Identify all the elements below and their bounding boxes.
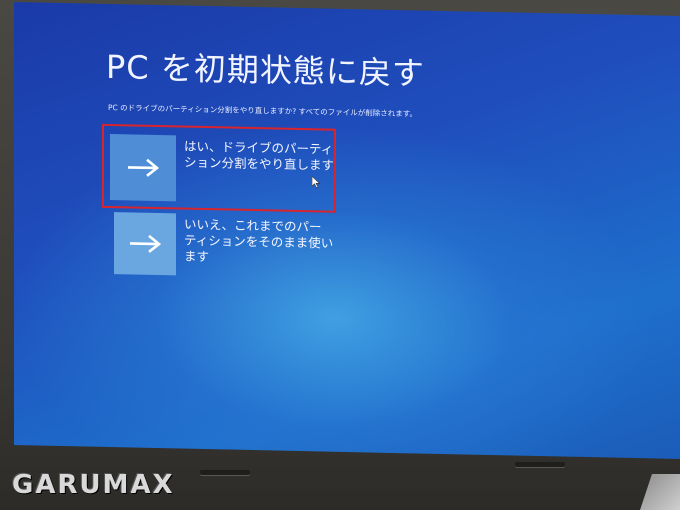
watermark-logo: GARUMAX — [12, 470, 175, 500]
option-no-tile[interactable] — [114, 212, 176, 276]
option-no-label[interactable]: いいえ、これまでのパーティションをそのまま使います — [184, 214, 334, 268]
page-title: PC を初期状態に戻す — [106, 47, 425, 93]
highlight-box — [102, 123, 336, 213]
bezel-slot-left — [200, 470, 250, 475]
page-subtitle: PC のドライブのパーティション分割をやり直しますか? すべてのファイルが削除さ… — [108, 102, 417, 119]
reset-pc-screen: PC を初期状態に戻す PC のドライブのパーティション分割をやり直しますか? … — [14, 2, 680, 459]
arrow-right-icon — [130, 234, 162, 253]
bezel-slot-right — [515, 462, 565, 467]
mouse-cursor-icon — [312, 176, 320, 189]
option-no-keep-partitions[interactable]: いいえ、これまでのパーティションをそのまま使います — [114, 212, 334, 279]
